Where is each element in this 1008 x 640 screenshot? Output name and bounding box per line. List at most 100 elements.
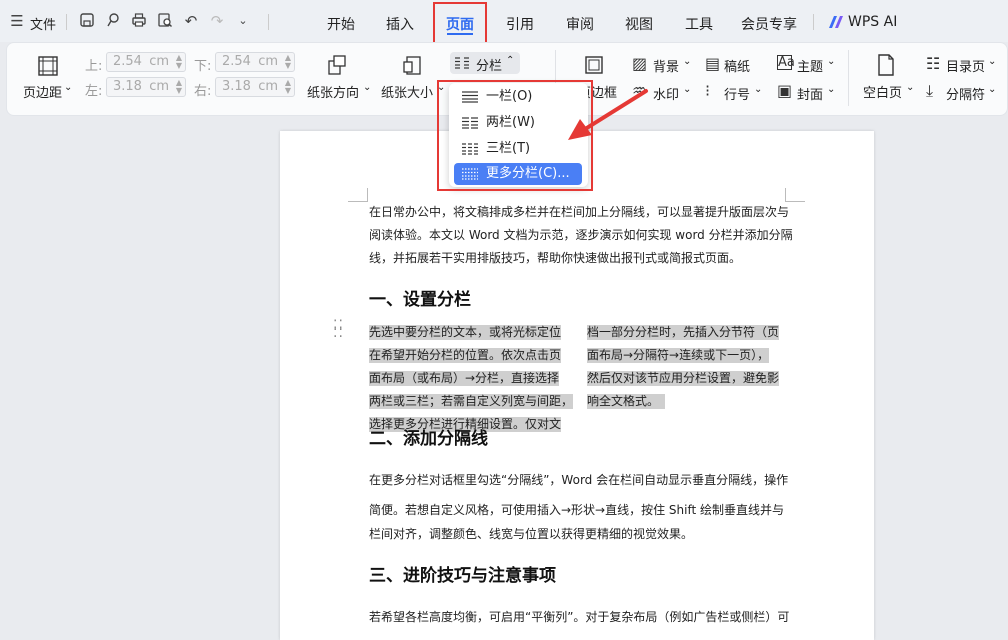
background-button[interactable]: 背景 (653, 56, 679, 75)
ribbon-divider (848, 50, 849, 106)
highlight-page-tab (433, 2, 487, 44)
spinner-icon[interactable]: ▲ ▼ (176, 54, 182, 70)
print-preview-icon[interactable] (156, 12, 174, 30)
divider (268, 14, 269, 30)
paper-size-icon (401, 54, 423, 80)
paragraph-line: 若希望各栏高度均衡，可启用“平衡列”。对于复杂布局（例如广告栏或侧栏）可 (369, 610, 790, 624)
separator-icon: ⤓ (926, 81, 934, 100)
intro-line: 在日常办公中，将文稿排成多栏并在栏间加上分隔线，可以显著提升版面层次与 (369, 205, 790, 219)
paper-size-button[interactable]: 纸张大小 (381, 82, 433, 101)
column-line: 响全文格式。 (587, 394, 666, 409)
redo-icon[interactable]: ↷ (208, 12, 226, 30)
chevron-down-icon: ⌄ (906, 82, 915, 93)
chevron-down-icon: ⌄ (827, 56, 836, 67)
manuscript-button[interactable]: 稿纸 (724, 56, 750, 75)
left-margin-value: 3.18 (113, 79, 142, 94)
left-margin-label: 左: (85, 84, 103, 99)
intro-line: 阅读体验。本文以 Word 文档为示范，逐步演示如何实现 word 分栏并添加分… (369, 228, 793, 242)
unit-label: cm (149, 54, 169, 69)
cover-button[interactable]: 封面 (797, 84, 823, 103)
top-margin-input[interactable]: 2.54 cm ▲ ▼ (106, 52, 186, 72)
right-margin-input[interactable]: 3.18 cm ▲ ▼ (215, 77, 295, 97)
bottom-margin-input[interactable]: 2.54 cm ▲ ▼ (215, 52, 295, 72)
chevron-down-icon: ⌄ (683, 56, 692, 67)
margins-icon (37, 55, 59, 81)
theme-icon: Aa (777, 55, 795, 70)
paragraph-line: 在更多分栏对话框里勾选“分隔线”，Word 会在栏间自动显示垂直分隔线，操作 (369, 473, 789, 487)
line-number-button[interactable]: 行号 (724, 84, 750, 103)
separator-button[interactable]: 分隔符 (946, 84, 985, 103)
spinner-icon[interactable]: ▲ ▼ (176, 79, 182, 95)
blank-page-icon (876, 53, 896, 81)
chevron-down-icon: ⌄ (754, 84, 763, 95)
line-number-icon: ⁝ (705, 81, 711, 100)
document-page[interactable]: 在日常办公中，将文稿排成多栏并在栏间加上分隔线，可以显著提升版面层次与 阅读体验… (280, 131, 874, 640)
tab-references[interactable]: 引用 (506, 14, 534, 34)
column-left: 先选中要分栏的文本，或将光标定位 在希望开始分栏的位置。依次点击页 面布局（或布… (369, 325, 574, 440)
columns-label: 分栏 (476, 59, 503, 74)
left-margin-input[interactable]: 3.18 cm ▲ ▼ (106, 77, 186, 97)
heading-2: 二、添加分隔线 (369, 429, 488, 449)
unit-label: cm (258, 79, 278, 94)
theme-button[interactable]: 主题 (797, 56, 823, 75)
bottom-margin-value: 2.54 (222, 54, 251, 69)
chevron-down-icon: ⌄ (827, 84, 836, 95)
column-line: 两栏或三栏；若需自定义列宽与间距， (369, 394, 574, 409)
heading-1: 一、设置分栏 (369, 290, 471, 310)
paragraph-line: 简便。若想自定义风格，可使用插入→形状→直线，按住 Shift 绘制垂直线并与 (369, 503, 785, 517)
chevron-down-icon: ⌄ (363, 82, 372, 93)
blank-page-button[interactable]: 空白页 (863, 82, 902, 101)
column-line: 在希望开始分栏的位置。依次点击页 (369, 348, 562, 363)
chevron-down-icon[interactable]: ⌄ (234, 12, 252, 30)
tab-wps-ai[interactable]: WPS AI (848, 14, 897, 30)
column-line: 面布局→分隔符→连续或下一页）， (587, 348, 770, 363)
divider (813, 14, 814, 30)
file-menu[interactable]: 文件 (30, 14, 56, 33)
chevron-down-icon: ⌄ (988, 84, 997, 95)
annotation-arrow (568, 89, 648, 140)
column-line: 然后仅对该节应用分栏设置，避免影 (587, 371, 780, 386)
top-margin-label: 上: (85, 59, 103, 74)
right-margin-label: 右: (194, 84, 212, 99)
bottom-margin-label: 下: (194, 59, 212, 74)
orientation-button[interactable]: 纸张方向 (307, 82, 359, 101)
spinner-icon[interactable]: ▲ ▼ (285, 79, 291, 95)
background-icon: ▨ (632, 54, 648, 73)
tab-view[interactable]: 视图 (625, 14, 653, 34)
tab-home[interactable]: 开始 (327, 14, 355, 34)
top-margin-value: 2.54 (113, 54, 142, 69)
format-painter-icon[interactable] (104, 12, 122, 30)
column-line: 先选中要分栏的文本，或将光标定位 (369, 325, 562, 340)
paragraph-line: 栏间对齐，调整颜色、线宽与位置以获得更精细的视觉效果。 (369, 527, 694, 541)
save-icon[interactable] (78, 12, 96, 30)
column-line: 面布局（或布局）→分栏，直接选择 (369, 371, 560, 386)
cover-icon: ▣ (777, 81, 793, 100)
margins-button[interactable]: 页边距 (23, 82, 62, 101)
undo-icon[interactable]: ↶ (182, 12, 200, 30)
crop-mark (348, 188, 368, 202)
tab-insert[interactable]: 插入 (386, 14, 414, 34)
orientation-icon (326, 54, 348, 80)
tab-review[interactable]: 审阅 (566, 14, 594, 34)
chevron-up-icon: ⌃ (506, 55, 515, 66)
heading-3: 三、进阶技巧与注意事项 (369, 566, 556, 586)
top-bar: ☰ 文件 ↶ ↷ ⌄ 开始 插入 页面 引用 审阅 视图 工具 会员专享 WPS… (0, 0, 1008, 42)
page-border-icon (584, 55, 604, 79)
column-line: 档一部分分栏时，先插入分节符（页 (587, 325, 780, 340)
toc-page-button[interactable]: 目录页 (946, 56, 985, 75)
divider (66, 14, 67, 30)
tab-member[interactable]: 会员专享 (741, 14, 797, 34)
spinner-icon[interactable]: ▲ ▼ (285, 54, 291, 70)
watermark-button[interactable]: 水印 (653, 84, 679, 103)
wps-ai-icon (828, 15, 844, 33)
columns-icon (455, 57, 469, 73)
intro-line: 线，并拓展若干实用排版技巧，帮助你快速做出报刊式或简报式页面。 (369, 251, 742, 265)
unit-label: cm (258, 54, 278, 69)
menu-icon[interactable]: ☰ (8, 12, 26, 30)
toc-icon: ☷ (926, 54, 941, 73)
print-icon[interactable] (130, 12, 148, 30)
drag-handle-icon[interactable]: ⁚⁚ ⁚⁚ (333, 319, 344, 340)
chevron-down-icon: ⌄ (64, 82, 73, 93)
tab-tools[interactable]: 工具 (685, 14, 713, 34)
unit-label: cm (149, 79, 169, 94)
